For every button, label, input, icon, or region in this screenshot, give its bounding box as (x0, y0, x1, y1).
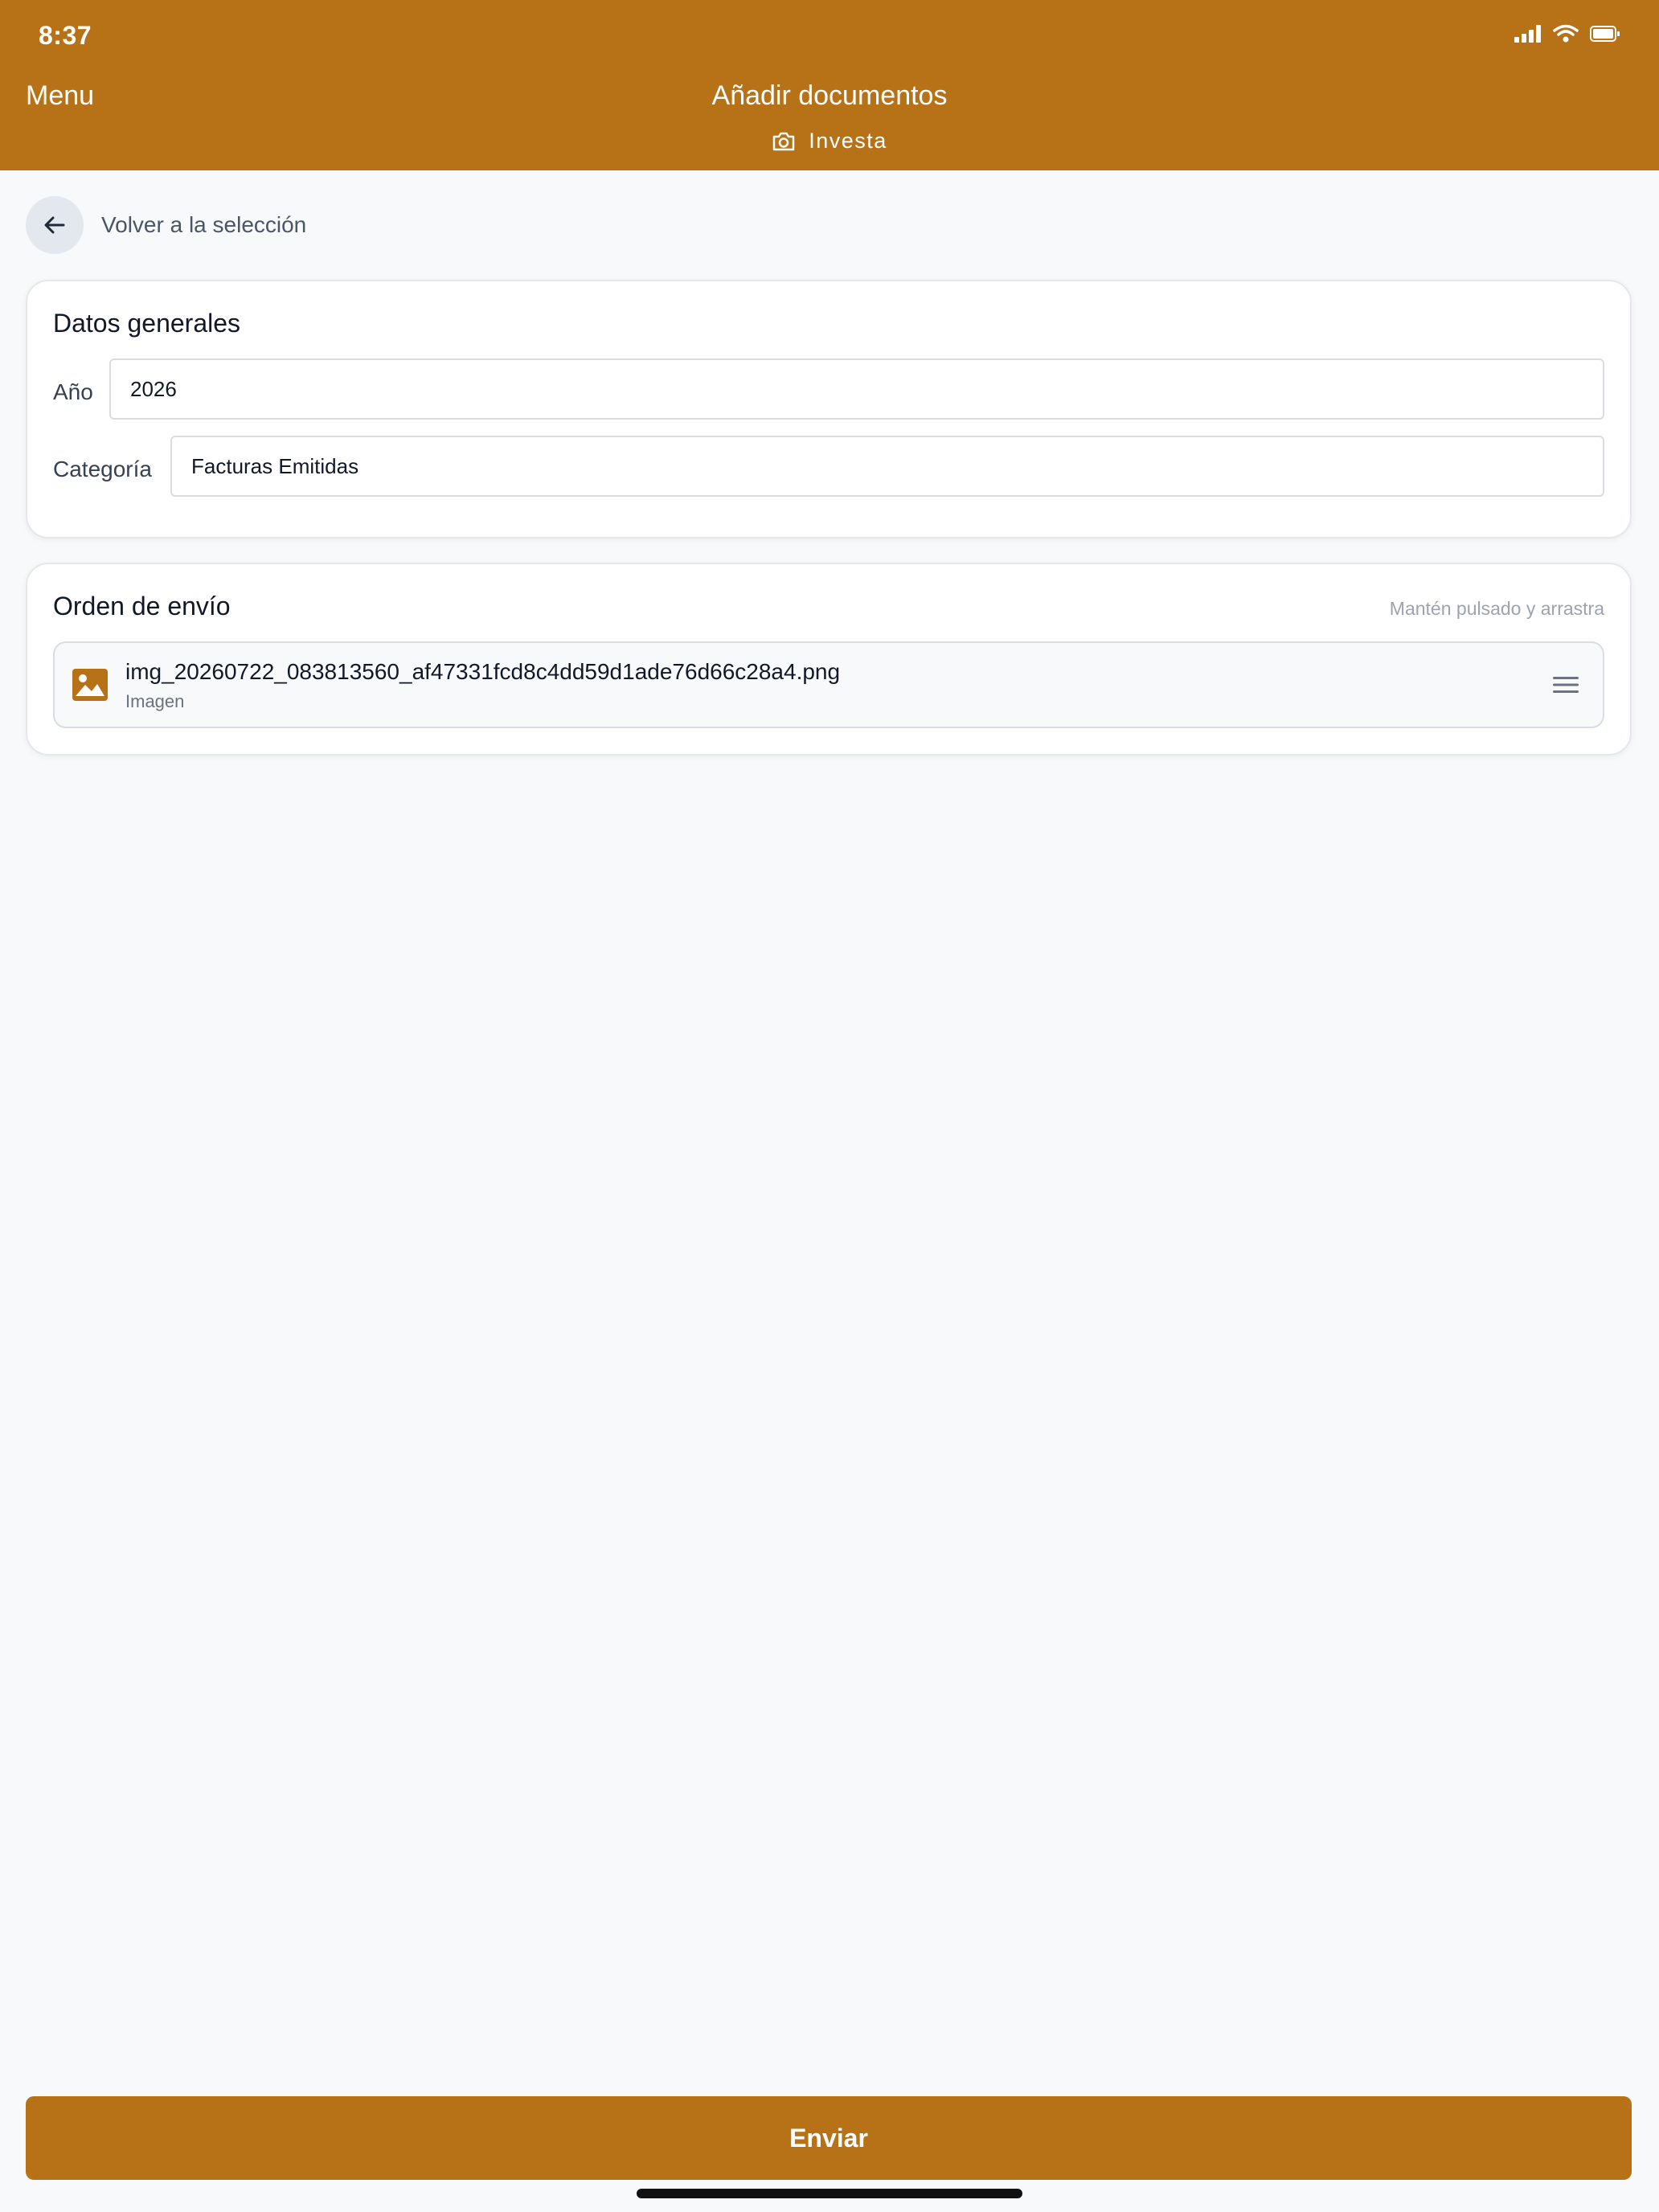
company-name: Investa (809, 129, 887, 153)
image-icon (72, 669, 108, 701)
top-bar: 8:37 Menu Añadir documentos Investa (0, 0, 1659, 170)
page-title: Añadir documentos (711, 80, 948, 111)
year-label: Año (53, 379, 93, 404)
back-label[interactable]: Volver a la selección (101, 212, 306, 238)
camera-icon (772, 132, 795, 150)
send-order-card: Orden de envío Mantén pulsado y arrastra… (26, 563, 1632, 756)
wifi-icon (1553, 24, 1579, 43)
year-field[interactable]: 2026 (109, 358, 1604, 420)
send-button[interactable]: Enviar (26, 2096, 1632, 2180)
back-circle[interactable] (26, 196, 84, 254)
general-data-title: Datos generales (53, 309, 241, 338)
document-name: img_20260722_083813560_af47331fcd8c4dd59… (125, 659, 841, 684)
drag-handle-icon[interactable] (1553, 675, 1579, 694)
arrow-left-icon (44, 216, 65, 234)
general-data-card: Datos generales Año 2026 Categoría Factu… (26, 280, 1632, 539)
category-label: Categoría (53, 457, 152, 481)
document-list-item[interactable]: img_20260722_083813560_af47331fcd8c4dd59… (53, 641, 1604, 728)
company-subtitle: Investa (0, 129, 1659, 154)
document-type: Imagen (125, 691, 185, 711)
drag-hint: Mantén pulsado y arrastra (1389, 598, 1604, 619)
home-indicator (637, 2189, 1022, 2198)
battery-icon (1590, 26, 1620, 42)
back-to-selection-button[interactable]: Volver a la selección (26, 196, 306, 254)
send-order-title: Orden de envío (53, 592, 231, 621)
cellular-signal-icon (1514, 25, 1541, 43)
category-field[interactable]: Facturas Emitidas (170, 436, 1604, 497)
status-time: 8:37 (39, 21, 92, 50)
status-icons (1514, 24, 1620, 43)
